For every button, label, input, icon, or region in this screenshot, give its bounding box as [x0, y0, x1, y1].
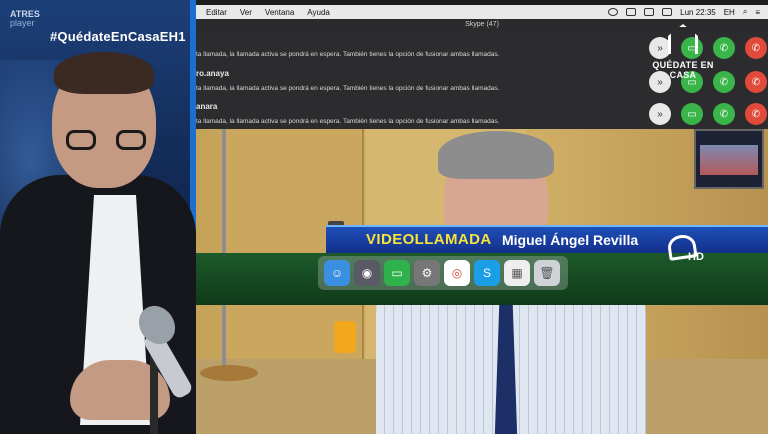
- clock[interactable]: Lun 22:35: [680, 8, 716, 17]
- host-glasses: [66, 130, 146, 150]
- settings-icon[interactable]: ⚙: [414, 260, 440, 286]
- studio-host-panel: ATRES player #QuédateEnCasaEH1: [0, 0, 196, 434]
- caption-guest-name: Miguel Ángel Revilla: [502, 232, 639, 248]
- quedate-en-casa-logo: QUÉDATE EN CASA: [643, 24, 723, 82]
- menubar-status: Lun 22:35 EH ⌕ ≡: [600, 5, 760, 19]
- call-message: ta llamada, la llamada activa se pondrá …: [196, 51, 500, 58]
- caller-name: anara: [196, 102, 218, 111]
- menu-ventana[interactable]: Ventana: [265, 8, 294, 17]
- display-icon[interactable]: [626, 8, 637, 16]
- quedate-en-casa-text: QUÉDATE EN CASA: [652, 60, 714, 80]
- menu-ver[interactable]: Ver: [240, 8, 252, 17]
- preview-icon[interactable]: ▦: [504, 260, 530, 286]
- chrome-icon[interactable]: ◎: [444, 260, 470, 286]
- skype-status-icon[interactable]: [608, 8, 619, 16]
- guest-hair: [438, 131, 554, 179]
- lamp-pole: [222, 129, 226, 369]
- caller-name: ro.anaya: [196, 69, 229, 78]
- decline-call-button[interactable]: ✆: [745, 103, 767, 125]
- forward-call-button[interactable]: »: [649, 103, 671, 125]
- broadcaster-logo: ATRES player: [10, 10, 40, 28]
- audio-answer-button[interactable]: ✆: [713, 103, 735, 125]
- house-icon: [668, 24, 698, 54]
- call-message: ta llamada, la llamada activa se pondrá …: [196, 118, 500, 125]
- battery-icon[interactable]: [662, 8, 673, 16]
- finder-icon[interactable]: ☺: [324, 260, 350, 286]
- channel-logo: HD: [666, 233, 714, 269]
- input-source[interactable]: EH: [724, 8, 735, 17]
- lamp-base: [200, 365, 258, 381]
- call-message: ta llamada, la llamada activa se pondrá …: [196, 85, 500, 92]
- decline-call-button[interactable]: ✆: [745, 71, 767, 93]
- facetime-icon[interactable]: ▭: [384, 260, 410, 286]
- brand-line-2: player: [10, 18, 35, 28]
- shared-screen: Editar Ver Ventana Ayuda Lun 22:35 EH ⌕ …: [196, 0, 768, 434]
- decline-call-button[interactable]: ✆: [745, 37, 767, 59]
- hashtag-banner: #QuédateEnCasaEH1: [50, 29, 186, 44]
- video-answer-button[interactable]: ▭: [681, 103, 703, 125]
- self-view-thumbnail[interactable]: [694, 129, 764, 189]
- mac-menubar: Editar Ver Ventana Ayuda Lun 22:35 EH ⌕ …: [196, 5, 768, 19]
- wifi-icon[interactable]: [644, 8, 655, 16]
- skype-icon[interactable]: S: [474, 260, 500, 286]
- hd-badge: HD: [688, 251, 704, 263]
- toy-object: [334, 321, 356, 353]
- menu-editar[interactable]: Editar: [206, 8, 227, 17]
- caption-tag: VIDEOLLAMADA: [366, 231, 492, 248]
- mac-dock: ☺ ◉ ▭ ⚙ ◎ S ▦ 🗑: [318, 256, 568, 290]
- call-controls-3: » ▭ ✆ ✆: [649, 103, 767, 125]
- search-icon[interactable]: ⌕: [743, 7, 747, 17]
- trash-icon[interactable]: 🗑: [534, 260, 560, 286]
- menu-ayuda[interactable]: Ayuda: [307, 8, 330, 17]
- launchpad-icon[interactable]: ◉: [354, 260, 380, 286]
- menu-icon[interactable]: ≡: [755, 8, 760, 17]
- host-hair: [54, 52, 154, 94]
